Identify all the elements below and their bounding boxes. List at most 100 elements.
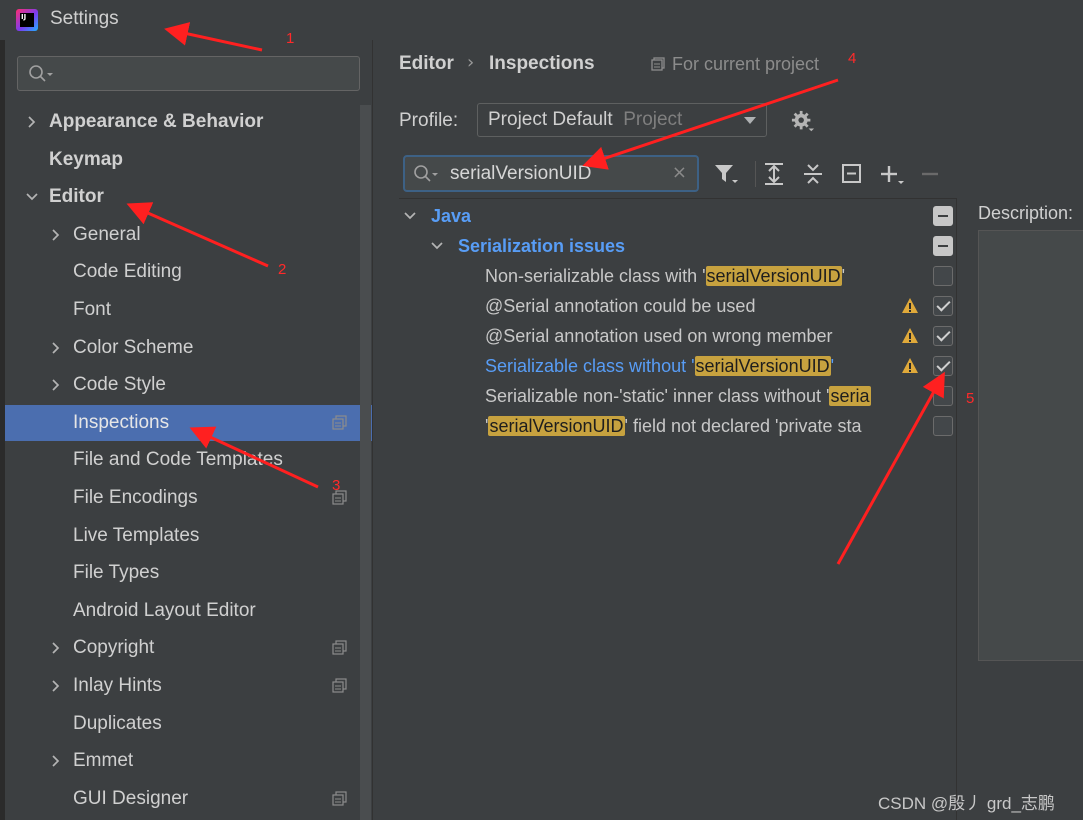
sidebar-item-live-templates[interactable]: Live Templates bbox=[5, 518, 372, 554]
chevron-right-icon[interactable] bbox=[49, 641, 63, 655]
inspection-text: @Serial annotation could be used bbox=[485, 296, 756, 316]
inspection-row[interactable]: Serializable class without 'serialVersio… bbox=[399, 351, 957, 381]
project-scope-icon bbox=[332, 490, 347, 505]
sidebar-item-label: Color Scheme bbox=[73, 337, 194, 358]
sidebar-item-emmet[interactable]: Emmet bbox=[5, 743, 372, 779]
sidebar-item-label: Code Style bbox=[73, 374, 166, 395]
sidebar-item-file-types[interactable]: File Types bbox=[5, 555, 372, 591]
inspection-label: Serializable class without 'serialVersio… bbox=[485, 351, 895, 381]
sidebar-item-color-scheme[interactable]: Color Scheme bbox=[5, 330, 372, 366]
project-scope-icon bbox=[332, 678, 347, 693]
search-icon bbox=[29, 65, 53, 82]
sidebar-item-android-layout-editor[interactable]: Android Layout Editor bbox=[5, 593, 372, 629]
sidebar-item-label: Inspections bbox=[73, 412, 170, 433]
sidebar-item-file-encodings[interactable]: File Encodings bbox=[5, 480, 372, 516]
sidebar-item-label: Copyright bbox=[73, 637, 155, 658]
profile-value: Project Default Project bbox=[488, 109, 683, 130]
group-checkbox[interactable] bbox=[933, 206, 953, 226]
inspection-checkbox[interactable] bbox=[933, 356, 953, 376]
profile-label: Profile: bbox=[399, 110, 459, 131]
chevron-right-icon[interactable] bbox=[25, 115, 39, 129]
sidebar-item-label: Inlay Hints bbox=[73, 675, 162, 696]
warning-icon bbox=[902, 358, 918, 373]
sidebar-item-label: File Encodings bbox=[73, 487, 198, 508]
chevron-right-icon[interactable] bbox=[49, 679, 63, 693]
sidebar-item-label: Editor bbox=[49, 186, 104, 207]
sidebar-item-code-style[interactable]: Code Style bbox=[5, 367, 372, 403]
description-panel bbox=[978, 230, 1083, 661]
sidebar-item-font[interactable]: Font bbox=[5, 292, 372, 328]
inspections-panel: Editor › Inspections For current project… bbox=[372, 40, 1083, 820]
inspection-checkbox[interactable] bbox=[933, 296, 953, 316]
group-checkbox[interactable] bbox=[933, 236, 953, 256]
inspection-label: @Serial annotation could be used bbox=[485, 291, 895, 321]
sidebar-item-copyright[interactable]: Copyright bbox=[5, 630, 372, 666]
project-scope-icon bbox=[332, 640, 347, 655]
chevron-right-icon[interactable] bbox=[49, 378, 63, 392]
warning-icon bbox=[902, 328, 918, 343]
inspection-row[interactable]: @Serial annotation used on wrong member bbox=[399, 321, 957, 351]
project-scope-icon bbox=[651, 57, 665, 71]
chevron-right-icon[interactable] bbox=[49, 228, 63, 242]
sidebar-item-inlay-hints[interactable]: Inlay Hints bbox=[5, 668, 372, 704]
inspection-checkbox[interactable] bbox=[933, 326, 953, 346]
inspection-text: Non-serializable class with ' bbox=[485, 266, 706, 286]
inspection-row[interactable]: 'serialVersionUID' field not declared 'p… bbox=[399, 411, 957, 441]
sidebar-item-gui-designer[interactable]: GUI Designer bbox=[5, 781, 372, 817]
settings-search-input[interactable] bbox=[17, 56, 360, 91]
sidebar-item-editor[interactable]: Editor bbox=[5, 179, 372, 215]
description-label: Description: bbox=[978, 203, 1074, 223]
sidebar-item-label: Duplicates bbox=[73, 713, 162, 734]
chevron-right-icon[interactable] bbox=[49, 754, 63, 768]
search-icon bbox=[414, 165, 438, 182]
sidebar-item-duplicates[interactable]: Duplicates bbox=[5, 706, 372, 742]
breadcrumb-editor[interactable]: Editor bbox=[399, 53, 454, 75]
search-match-highlight: serialVersionUID bbox=[488, 416, 625, 436]
collapse-all-icon[interactable] bbox=[800, 161, 826, 187]
sidebar-item-label: Live Templates bbox=[73, 525, 200, 546]
add-icon[interactable] bbox=[878, 161, 904, 187]
chevron-right-icon[interactable] bbox=[49, 341, 63, 355]
inspection-filter-input[interactable]: serialVersionUID × bbox=[403, 155, 699, 192]
tree-group-java[interactable]: Java bbox=[399, 201, 957, 231]
sidebar-item-inspections[interactable]: Inspections bbox=[5, 405, 372, 441]
sidebar-item-code-editing[interactable]: Code Editing bbox=[5, 254, 372, 290]
title-bar: IJ Settings bbox=[0, 0, 1083, 40]
breadcrumb-inspections: Inspections bbox=[489, 53, 595, 74]
sidebar-item-general[interactable]: General bbox=[5, 217, 372, 253]
watermark: CSDN @殷丿 grd_志鹏 bbox=[878, 794, 1055, 813]
sidebar-item-keymap[interactable]: Keymap bbox=[5, 142, 372, 178]
filter-icon[interactable] bbox=[713, 161, 739, 187]
search-match-highlight: seria bbox=[829, 386, 871, 406]
breadcrumb-separator: › bbox=[467, 52, 475, 73]
inspection-label: @Serial annotation used on wrong member bbox=[485, 321, 895, 351]
project-scope-icon bbox=[332, 415, 347, 430]
sidebar-item-appearance-behavior[interactable]: Appearance & Behavior bbox=[5, 104, 372, 140]
reset-icon[interactable] bbox=[839, 161, 865, 187]
inspection-row[interactable]: @Serial annotation could be used bbox=[399, 291, 957, 321]
tree-group-serialization-issues[interactable]: Serialization issues bbox=[399, 231, 957, 261]
inspection-text: ' bbox=[830, 356, 835, 376]
inspection-text: Serializable non-'static' inner class wi… bbox=[485, 386, 830, 406]
clear-icon[interactable]: × bbox=[672, 162, 687, 183]
warning-icon bbox=[902, 298, 918, 313]
gear-icon[interactable] bbox=[791, 110, 815, 134]
sidebar-scrollbar[interactable] bbox=[360, 105, 371, 820]
expand-all-icon[interactable] bbox=[761, 161, 787, 187]
chevron-down-icon[interactable] bbox=[403, 209, 417, 223]
chevron-down-icon[interactable] bbox=[25, 190, 39, 204]
inspection-text: ' field not declared 'private sta bbox=[624, 416, 862, 436]
profile-dropdown[interactable]: Project Default Project bbox=[477, 103, 767, 137]
inspection-checkbox[interactable] bbox=[933, 266, 953, 286]
sidebar-item-label: Keymap bbox=[49, 149, 123, 170]
inspection-checkbox[interactable] bbox=[933, 416, 953, 436]
inspection-row[interactable]: Non-serializable class with 'serialVersi… bbox=[399, 261, 957, 291]
chevron-down-icon[interactable] bbox=[430, 239, 444, 253]
project-scope-icon bbox=[332, 791, 347, 806]
for-current-project-label: For current project bbox=[672, 54, 820, 74]
inspection-row[interactable]: Serializable non-'static' inner class wi… bbox=[399, 381, 957, 411]
inspection-checkbox[interactable] bbox=[933, 386, 953, 406]
sidebar-item-file-and-code-templates[interactable]: File and Code Templates bbox=[5, 442, 372, 478]
inspection-label: Serializable non-'static' inner class wi… bbox=[485, 381, 895, 411]
sidebar-item-label: File and Code Templates bbox=[73, 449, 283, 470]
